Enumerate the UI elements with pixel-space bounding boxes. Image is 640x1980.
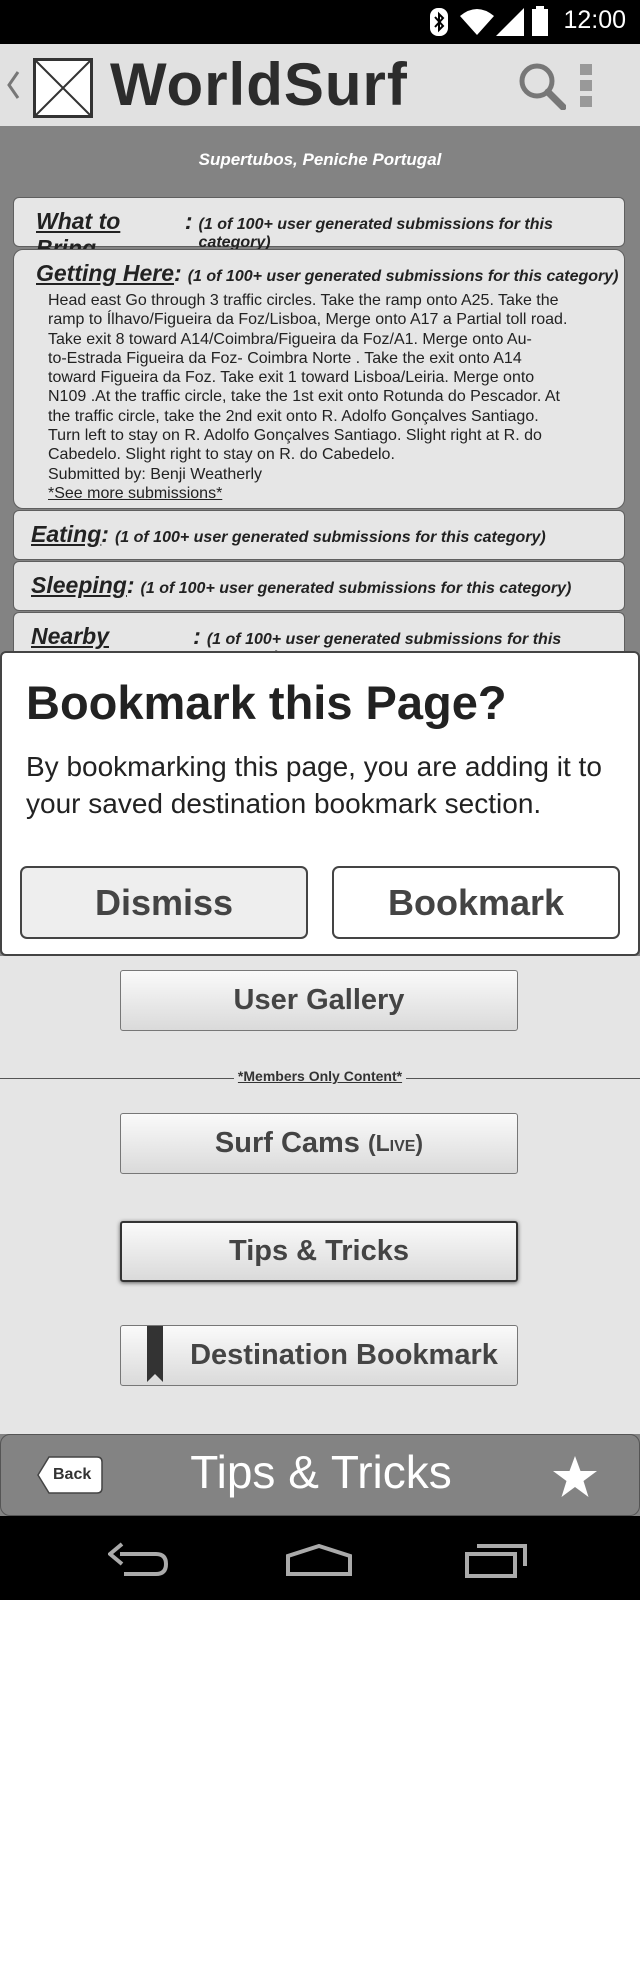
directions-line: N109 .At the traffic circle, take the 1s… <box>48 388 560 406</box>
location-subtitle: Supertubos, Peniche Portugal <box>198 150 442 169</box>
wifi-icon <box>460 9 494 35</box>
back-chevron-icon[interactable] <box>6 70 20 100</box>
dialog-message: By bookmarking this page, you are adding… <box>26 751 602 819</box>
directions-line: the traffic circle, take the 2nd exit on… <box>48 407 539 425</box>
directions-line: to-Estrada Figueira da Foz- Coimbra Nort… <box>48 349 522 367</box>
bookmark-ribbon-icon <box>147 1326 163 1382</box>
see-more-link[interactable]: *See more submissions* <box>48 484 594 503</box>
directions-line: Turn left to stay on R. Adolfo Gonçalves… <box>48 427 542 445</box>
live-tag: (Live) <box>367 1130 424 1156</box>
tips-tricks-button[interactable]: Tips & Tricks <box>120 1221 518 1282</box>
section-note: (1 of 100+ user generated submissions fo… <box>206 631 562 652</box>
directions-line: Cabedelo. Slight right to stay on R. do … <box>48 446 395 464</box>
directions-line: ramp to Ílhavo/Figueira da Foz/Lisboa, M… <box>48 311 568 329</box>
nav-back-icon[interactable] <box>108 1542 168 1576</box>
directions-text: Head east Go through 3 traffic circles. … <box>14 291 624 503</box>
overflow-menu-icon[interactable] <box>578 64 594 108</box>
button-label: Destination Bookmark <box>190 1339 498 1371</box>
surf-cams-button[interactable]: Surf Cams (Live) <box>120 1113 518 1174</box>
section-what-to-bring[interactable]: What to Bring: (1 of 100+ user generated… <box>13 197 625 261</box>
signal-icon <box>496 8 524 36</box>
user-gallery-button[interactable]: User Gallery <box>120 970 518 1031</box>
nav-home-icon[interactable] <box>286 1544 352 1576</box>
bluetooth-icon <box>430 8 448 36</box>
logo-placeholder-icon <box>33 58 93 118</box>
status-time: 12:00 <box>563 6 626 34</box>
section-title: Sleeping <box>31 572 127 598</box>
system-nav-bar <box>0 1516 640 1600</box>
bookmark-button[interactable]: Bookmark <box>332 866 620 939</box>
members-only-text: *Members Only Content* <box>233 1068 407 1084</box>
directions-line: toward Figueira da Foz. Take exit 1 towa… <box>48 369 535 387</box>
submitted-by: Submitted by: Benji Weatherly <box>48 465 263 483</box>
section-nearby-usefuls[interactable]: Nearby Usefuls: (1 of 100+ user generate… <box>13 612 625 652</box>
app-bar: WorldSurf <box>0 44 640 126</box>
section-title: Getting Here <box>36 260 175 286</box>
section-eating[interactable]: Eating: (1 of 100+ user generated submis… <box>13 510 625 560</box>
members-only-label: *Members Only Content* <box>0 1068 640 1086</box>
dialog-title: Bookmark this Page? <box>26 676 507 729</box>
section-sleeping[interactable]: Sleeping: (1 of 100+ user generated subm… <box>13 561 625 611</box>
section-note: (1 of 100+ user generated submissions fo… <box>140 580 572 597</box>
nav-recents-icon[interactable] <box>465 1542 527 1578</box>
search-icon[interactable] <box>518 62 566 110</box>
status-bar: 12:00 <box>0 0 640 44</box>
app-title: WorldSurf <box>110 51 408 118</box>
bottom-bar-title: Tips & Tricks <box>190 1446 452 1498</box>
bookmark-dialog: Bookmark this Page? By bookmarking this … <box>0 651 640 956</box>
section-title: Eating <box>31 521 102 547</box>
button-label: User Gallery <box>233 984 405 1016</box>
directions-line: Head east Go through 3 traffic circles. … <box>48 292 559 309</box>
section-note: (1 of 100+ user generated submissions fo… <box>187 268 619 285</box>
section-getting-here[interactable]: Getting Here: (1 of 100+ user generated … <box>13 249 625 509</box>
dismiss-button[interactable]: Dismiss <box>20 866 308 939</box>
directions-line: Take exit 8 toward A14/Coimbra/Figueira … <box>48 330 532 348</box>
bottom-bar: Back Tips & Tricks <box>0 1434 640 1516</box>
button-label: Surf Cams <box>214 1127 360 1159</box>
star-icon[interactable] <box>552 1455 598 1499</box>
battery-icon <box>532 6 548 36</box>
button-label: Tips & Tricks <box>229 1235 409 1267</box>
section-title: Nearby Usefuls <box>31 623 114 652</box>
destination-bookmark-button[interactable]: Destination Bookmark <box>120 1325 518 1386</box>
section-note: (1 of 100+ user generated submissions fo… <box>114 529 546 546</box>
section-note: (1 of 100+ user generated submissions fo… <box>198 216 553 251</box>
